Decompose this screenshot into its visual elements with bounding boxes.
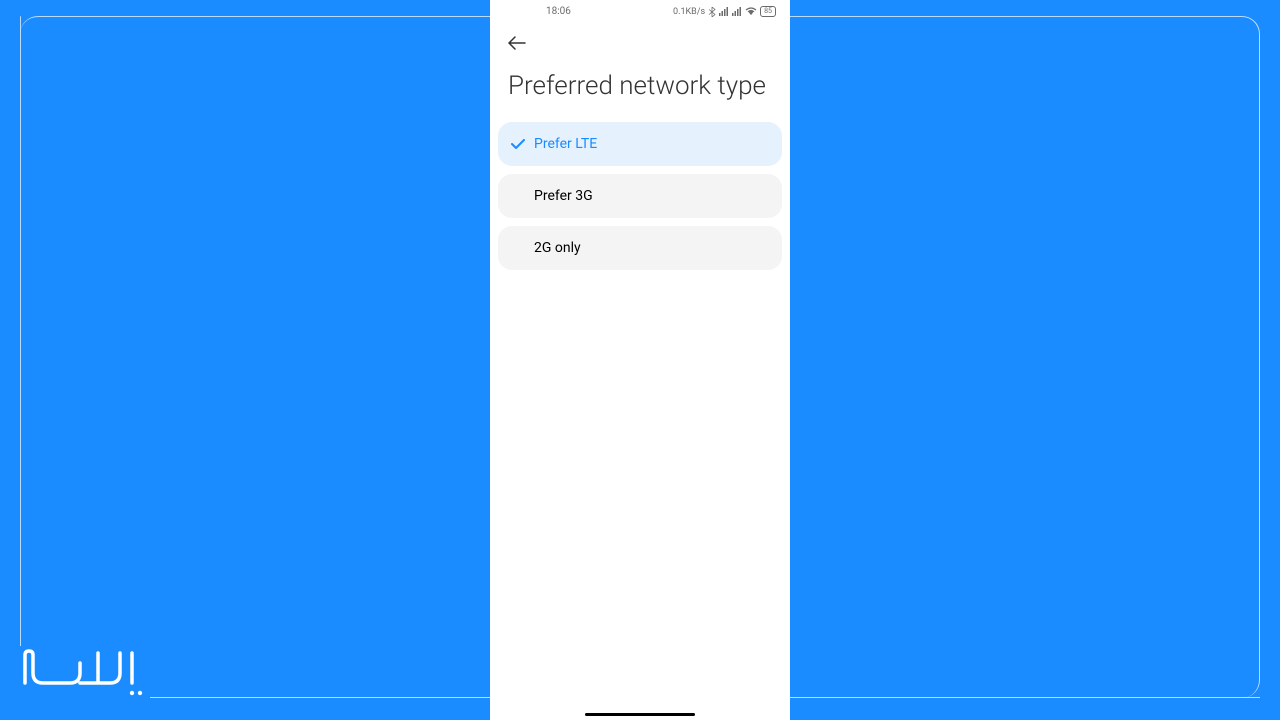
wifi-icon	[745, 7, 757, 16]
signal-icon	[719, 7, 729, 16]
home-indicator[interactable]	[585, 713, 695, 716]
arrow-left-icon	[508, 36, 526, 50]
option-2g-only[interactable]: 2G only	[498, 226, 782, 270]
phone-screen: 18:06 0.1KB/s 85 Preferred network type	[490, 0, 790, 720]
nav-bar	[490, 21, 790, 61]
option-label: Prefer LTE	[534, 136, 597, 152]
data-rate: 0.1KB/s	[673, 7, 705, 17]
page-title: Preferred network type	[490, 61, 790, 122]
option-prefer-3g[interactable]: Prefer 3G	[498, 174, 782, 218]
signal-icon-2	[732, 7, 742, 16]
status-bar: 18:06 0.1KB/s 85	[490, 0, 790, 21]
frame-border-left	[20, 16, 21, 646]
check-icon	[510, 139, 526, 150]
brand-logo	[20, 643, 150, 710]
battery-icon: 85	[760, 6, 776, 17]
status-time: 18:06	[546, 6, 571, 17]
option-prefer-lte[interactable]: Prefer LTE	[498, 122, 782, 166]
bluetooth-icon	[708, 7, 716, 17]
status-icons: 0.1KB/s 85	[673, 6, 776, 17]
option-label: 2G only	[534, 240, 581, 256]
back-button[interactable]	[508, 33, 528, 53]
option-label: Prefer 3G	[534, 188, 593, 204]
options-list: Prefer LTE Prefer 3G 2G only	[490, 122, 790, 270]
